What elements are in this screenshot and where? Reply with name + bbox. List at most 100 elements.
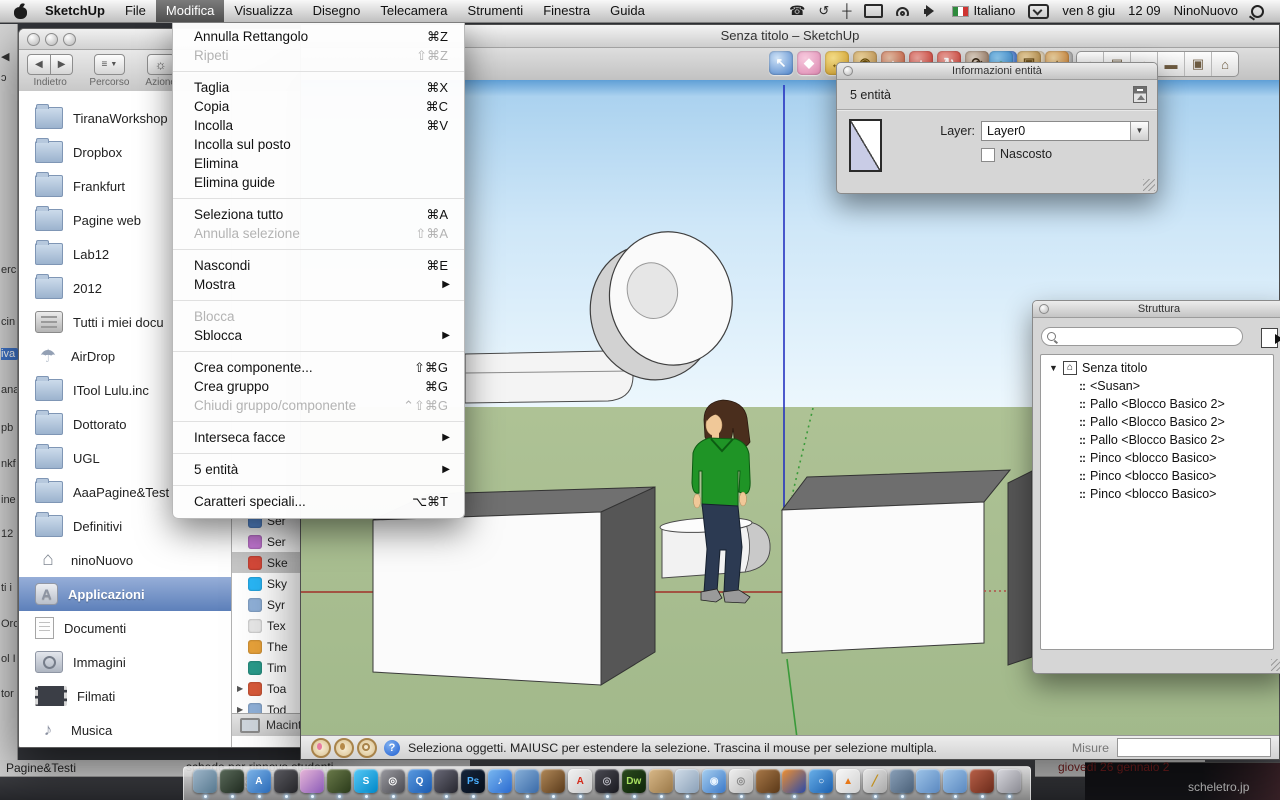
menu-item[interactable]: Crea componente... ⇧⌘G — [173, 358, 464, 377]
menubar-item[interactable]: Disegno — [303, 0, 371, 22]
apple-icon[interactable] — [14, 4, 27, 19]
tree-item[interactable]: :: Pallo <Blocco Basico 2> — [1041, 413, 1273, 431]
menubar-item[interactable]: Telecamera — [370, 0, 457, 22]
menubar-item[interactable]: Modifica — [156, 0, 224, 22]
menu-item[interactable]: Copia ⌘C — [173, 97, 464, 116]
dock-icon[interactable] — [193, 769, 217, 793]
cylinder-slab[interactable] — [465, 351, 633, 403]
dock-icon[interactable] — [916, 769, 940, 793]
view-path-button[interactable]: ≡ ▼ — [94, 54, 126, 75]
language-menu[interactable]: Italiano — [952, 0, 1015, 22]
menu-item[interactable] — [173, 198, 464, 199]
menu-item[interactable]: Caratteri speciali... ⌥⌘T — [173, 492, 464, 511]
menu-item[interactable]: Incolla sul posto — [173, 135, 464, 154]
box-right[interactable] — [782, 470, 1010, 653]
dock-icon[interactable]: ◉ — [702, 769, 726, 793]
dock-icon[interactable]: ◎ — [595, 769, 619, 793]
status-menu-icon[interactable]: ↺ — [818, 0, 829, 22]
collapse-toggle-icon[interactable] — [1133, 86, 1147, 103]
action-button[interactable]: ☼ — [147, 54, 175, 75]
disclosure-triangle-icon[interactable]: ▶ — [237, 684, 248, 693]
entity-info-titlebar[interactable]: Informazioni entità — [837, 63, 1157, 80]
tree-item[interactable]: ▼ ⌂ Senza titolo — [1041, 359, 1273, 377]
sidebar-item[interactable]: Documenti — [19, 611, 231, 645]
dock-icon[interactable] — [970, 769, 994, 793]
menu-item[interactable]: Ripeti ⇧⌘Z — [173, 46, 464, 65]
dock-icon[interactable]: ╱ — [863, 769, 887, 793]
dock-icon[interactable] — [220, 769, 244, 793]
dock-icon[interactable] — [675, 769, 699, 793]
menu-item[interactable]: Mostra ▶ — [173, 275, 464, 294]
dock-icon[interactable] — [541, 769, 565, 793]
dock-icon[interactable] — [327, 769, 351, 793]
tree-item[interactable]: :: Pinco <blocco Basico> — [1041, 449, 1273, 467]
volume-icon[interactable] — [924, 5, 939, 17]
hidden-checkbox[interactable] — [981, 148, 995, 162]
layer-select[interactable]: Layer0 ▼ — [981, 121, 1149, 141]
menu-item[interactable]: Chiudi gruppo/componente ⌃⇧⌘G — [173, 396, 464, 415]
dock-icon[interactable]: ◎ — [381, 769, 405, 793]
toolbar-segment-button[interactable]: ⌂ — [1212, 52, 1238, 76]
menu-item[interactable] — [173, 453, 464, 454]
dock-icon[interactable]: A — [247, 769, 271, 793]
help-icon[interactable]: ? — [384, 740, 400, 756]
outliner-search-input[interactable] — [1056, 330, 1242, 344]
tree-item[interactable]: :: Pallo <Blocco Basico 2> — [1041, 431, 1273, 449]
menu-item[interactable]: Sblocca ▶ — [173, 326, 464, 345]
dock-icon[interactable] — [997, 769, 1021, 793]
sync-icon[interactable] — [1028, 4, 1049, 19]
menu-item[interactable] — [173, 300, 464, 301]
tree-item[interactable]: :: Pinco <blocco Basico> — [1041, 485, 1273, 503]
clock-time[interactable]: 12 09 — [1128, 0, 1161, 22]
wifi-icon[interactable] — [896, 6, 911, 16]
dock-icon[interactable] — [515, 769, 539, 793]
dock-icon[interactable] — [756, 769, 780, 793]
dock-icon[interactable] — [649, 769, 673, 793]
spotlight-icon[interactable] — [1251, 5, 1264, 18]
dock-icon[interactable]: ♪ — [488, 769, 512, 793]
menu-item[interactable]: Taglia ⌘X — [173, 78, 464, 97]
dock-icon[interactable] — [890, 769, 914, 793]
status-menu-icon[interactable]: ☎ — [789, 0, 805, 22]
dock-icon[interactable]: ○ — [809, 769, 833, 793]
minimize-button[interactable] — [45, 33, 58, 46]
tree-item[interactable]: :: Pallo <Blocco Basico 2> — [1041, 395, 1273, 413]
menu-item[interactable]: Interseca facce ▶ — [173, 428, 464, 447]
menu-item[interactable] — [173, 249, 464, 250]
clock-date[interactable]: ven 8 giu — [1062, 0, 1115, 22]
forward-button[interactable]: ▶ — [51, 54, 74, 75]
toolbar-segment-button[interactable]: ▣ — [1185, 52, 1212, 76]
menu-item[interactable]: Annulla Rettangolo ⌘Z — [173, 27, 464, 46]
disclosure-triangle-icon[interactable]: ▼ — [1049, 363, 1063, 373]
dock-icon[interactable]: ◎ — [729, 769, 753, 793]
credits-icon[interactable] — [334, 738, 354, 758]
dock-icon[interactable] — [274, 769, 298, 793]
dock-icon[interactable]: A — [568, 769, 592, 793]
menubar-item[interactable]: Visualizza — [224, 0, 302, 22]
dock-icon[interactable]: Q — [408, 769, 432, 793]
toolbar-tool-icon[interactable]: ◆ — [797, 51, 821, 75]
menu-item[interactable]: Elimina — [173, 154, 464, 173]
claim-credit-icon[interactable] — [357, 738, 377, 758]
resize-handle[interactable] — [1271, 659, 1280, 671]
outliner-titlebar[interactable]: Struttura — [1033, 301, 1280, 318]
measure-input[interactable] — [1117, 738, 1271, 757]
zoom-button[interactable] — [63, 33, 76, 46]
sidebar-item[interactable]: Applicazioni — [19, 577, 231, 611]
menu-item[interactable]: Annulla selezione ⇧⌘A — [173, 224, 464, 243]
tree-item[interactable]: :: <Susan> — [1041, 377, 1273, 395]
dock-icon[interactable] — [434, 769, 458, 793]
dock-icon[interactable]: Ps — [461, 769, 485, 793]
close-icon[interactable] — [1039, 304, 1049, 314]
menu-item[interactable] — [173, 351, 464, 352]
dock-icon[interactable]: ▲ — [836, 769, 860, 793]
menubar-item[interactable]: Strumenti — [458, 0, 534, 22]
display-icon[interactable] — [864, 4, 883, 18]
tree-item[interactable]: :: Pinco <blocco Basico> — [1041, 467, 1273, 485]
resize-handle[interactable] — [1143, 179, 1155, 191]
window-controls[interactable] — [27, 33, 76, 46]
dock-icon[interactable]: Dw — [622, 769, 646, 793]
menu-item[interactable]: Blocca — [173, 307, 464, 326]
menubar-item[interactable]: File — [115, 0, 156, 22]
dock-icon[interactable] — [300, 769, 324, 793]
